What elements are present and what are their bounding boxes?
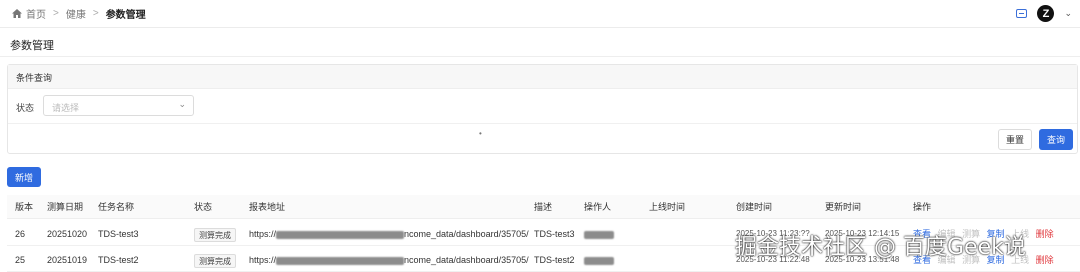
status-badge: 测算完成 <box>194 253 236 268</box>
column-header: 描述 <box>534 202 553 212</box>
delete-button[interactable]: 删除 <box>1036 222 1054 246</box>
column-header: 更新时间 <box>825 202 862 212</box>
cell-version: 25 <box>15 255 26 265</box>
page-title: 参数管理 <box>10 40 54 52</box>
query-button[interactable]: 查询 <box>1039 129 1073 150</box>
redacted-block <box>584 256 614 265</box>
status-label: 状态 <box>16 103 35 113</box>
home-icon <box>12 9 22 18</box>
edit-button[interactable]: 编辑 <box>938 248 956 272</box>
cell-version: 26 <box>15 229 26 239</box>
cell-desc: TDS-test2 <box>534 255 575 265</box>
url-suffix: ncome_data/dashboard/35705/ <box>404 229 529 239</box>
table-row: 26 20251020 TDS-test3 测算完成 https:// ncome… <box>7 222 1080 246</box>
cell-actions: 查看 编辑 测算 复制 上线 删除 <box>913 248 1058 272</box>
column-header: 报表地址 <box>249 202 286 212</box>
column-header: 任务名称 <box>98 202 135 212</box>
redacted-block <box>276 256 405 265</box>
column-header: 状态 <box>194 202 213 212</box>
cell-updated: 2025-10-23 13:51:48 <box>825 255 900 264</box>
edit-button[interactable]: 编辑 <box>938 222 956 246</box>
column-header: 上线时间 <box>649 202 686 212</box>
column-header: 版本 <box>15 202 34 212</box>
calculate-button[interactable]: 测算 <box>962 248 980 272</box>
message-icon[interactable] <box>1016 9 1028 18</box>
chevron-down-icon: ⌄ <box>178 99 186 109</box>
column-header: 操作 <box>913 202 932 212</box>
column-header: 测算日期 <box>47 202 84 212</box>
cell-status: 测算完成 <box>194 222 236 246</box>
column-header: 创建时间 <box>736 202 773 212</box>
cell-actions: 查看 编辑 测算 复制 上线 删除 <box>913 222 1058 246</box>
avatar[interactable]: Z <box>1037 5 1055 22</box>
breadcrumb-home[interactable]: 首页 <box>26 6 46 21</box>
url-prefix: https:// <box>249 229 277 239</box>
status-select[interactable]: 请选择 ⌄ <box>43 95 194 116</box>
calculate-button[interactable]: 测算 <box>962 222 980 246</box>
cell-operator <box>584 248 614 272</box>
breadcrumb: 首页 > 健康 > 参数管理 <box>12 6 146 21</box>
top-bar: 首页 > 健康 > 参数管理 Z ⌄ <box>0 0 1080 28</box>
breadcrumb-separator: > <box>92 8 99 19</box>
cell-task: TDS-test2 <box>98 255 139 265</box>
chevron-down-icon[interactable]: ⌄ <box>1064 8 1072 19</box>
column-header: 操作人 <box>584 202 612 212</box>
cell-operator <box>584 222 614 246</box>
filter-card-title: 条件查询 <box>8 65 1077 89</box>
cell-status: 测算完成 <box>194 248 236 272</box>
online-button[interactable]: 上线 <box>1011 222 1029 246</box>
cell-date: 20251019 <box>47 255 88 265</box>
cell-desc: TDS-test3 <box>534 229 575 239</box>
cell-date: 20251020 <box>47 229 88 239</box>
status-badge: 测算完成 <box>194 227 236 242</box>
cell-updated: 2025-10-23 12:14:15 <box>825 229 900 238</box>
url-suffix: ncome_data/dashboard/35705/ <box>404 255 529 265</box>
divider <box>8 123 1077 124</box>
redacted-block <box>276 230 405 239</box>
table-row: 25 20251019 TDS-test2 测算完成 https:// ncome… <box>7 248 1080 272</box>
copy-button[interactable]: 复制 <box>987 248 1005 272</box>
table-header: 版本 测算日期 任务名称 状态 报表地址 描述 操作人 上线时间 创建时间 更新… <box>7 195 1080 219</box>
url-prefix: https:// <box>249 255 277 265</box>
add-button[interactable]: 新增 <box>7 167 41 187</box>
status-select-placeholder: 请选择 <box>52 103 80 113</box>
cell-task: TDS-test3 <box>98 229 139 239</box>
breadcrumb-current: 参数管理 <box>105 10 146 21</box>
cell-created: 2025-10-23 11:23:?? <box>736 229 810 238</box>
delete-button[interactable]: 删除 <box>1036 248 1054 272</box>
redacted-block <box>584 230 614 239</box>
divider <box>0 56 1080 57</box>
cell-url[interactable]: https:// ncome_data/dashboard/35705/ <box>249 248 529 272</box>
view-button[interactable]: 查看 <box>913 222 931 246</box>
copy-button[interactable]: 复制 <box>987 222 1005 246</box>
online-button[interactable]: 上线 <box>1011 248 1029 272</box>
breadcrumb-separator: > <box>53 8 59 19</box>
cell-url[interactable]: https:// ncome_data/dashboard/35705/ <box>249 222 529 246</box>
view-button[interactable]: 查看 <box>913 248 931 272</box>
breadcrumb-section[interactable]: 健康 <box>66 6 86 21</box>
collapse-dot[interactable]: • <box>479 129 482 138</box>
reset-button[interactable]: 重置 <box>998 129 1032 150</box>
filter-card: 条件查询 状态 请选择 ⌄ • 重置 查询 <box>7 64 1078 154</box>
cell-created: 2025-10-23 11:22:48 <box>736 255 810 264</box>
